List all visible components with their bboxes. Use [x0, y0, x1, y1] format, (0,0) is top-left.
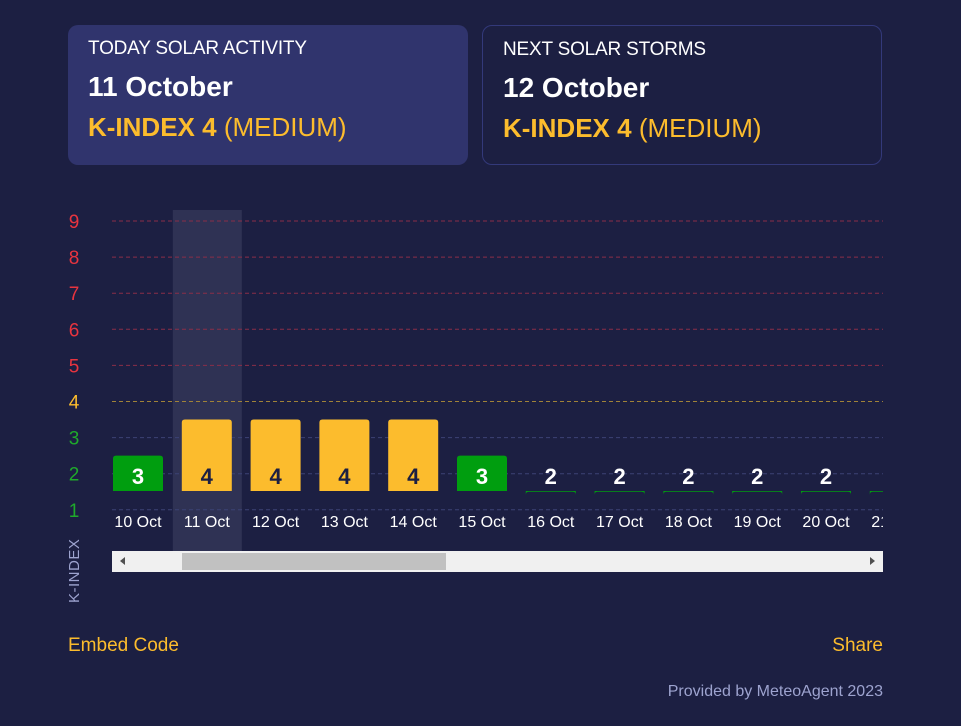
x-tick-label: 11 Oct [184, 514, 231, 531]
bar-value-label: 4 [338, 464, 351, 489]
y-tick-label: 8 [69, 248, 80, 269]
bar-value-label: 4 [269, 464, 282, 489]
share-link[interactable]: Share [832, 635, 883, 657]
bar [663, 491, 714, 495]
bar [525, 491, 576, 495]
y-tick-label: 4 [69, 393, 80, 414]
scroll-left-arrow-icon[interactable] [120, 557, 125, 565]
x-tick-label: 14 Oct [390, 514, 438, 531]
bar-value-label: 4 [201, 464, 214, 489]
bar [801, 491, 851, 495]
x-tick-label: 19 Oct [734, 514, 782, 531]
bar-value-label: 2 [889, 464, 901, 489]
y-tick-label: 6 [69, 320, 80, 341]
bar-value-label: 3 [476, 464, 488, 489]
bar-value-label: 3 [132, 464, 144, 489]
highlight-band [172, 210, 242, 552]
embed-code-link[interactable]: Embed Code [68, 635, 179, 657]
y-tick-label: 7 [69, 284, 80, 305]
y-tick-label: 2 [69, 465, 80, 486]
chart-horizontal-scrollbar[interactable] [112, 551, 883, 572]
scroll-right-arrow-icon[interactable] [870, 557, 875, 565]
x-tick-label: 17 Oct [596, 514, 644, 531]
y-tick-label: 5 [69, 356, 80, 377]
y-tick-label: 3 [69, 429, 80, 450]
y-axis-label: K-INDEX [66, 538, 83, 603]
x-tick-label: 16 Oct [527, 514, 575, 531]
bar [732, 491, 783, 495]
x-tick-label: 12 Oct [252, 514, 300, 531]
bar-value-label: 2 [545, 464, 557, 489]
x-tick-label: 15 Oct [458, 514, 506, 531]
bar-value-label: 2 [613, 464, 625, 489]
kindex-bar-chart: 1 2 3 4 5 6 7 8 9 3 10 Oct 4 11 Oct 4 12 Oct 4 13 Oct 4 14… [69, 210, 919, 552]
y-tick-label: 1 [69, 501, 80, 522]
x-tick-label: 10 Oct [114, 514, 162, 531]
x-tick-label: 20 Oct [802, 514, 850, 531]
provided-by-credit: Provided by MeteoAgent 2023 [667, 683, 883, 700]
y-tick-label: 9 [69, 212, 80, 233]
scrollbar-thumb[interactable] [182, 553, 446, 570]
bar [594, 491, 645, 495]
bar-value-label: 2 [682, 464, 694, 489]
bar-value-label: 4 [407, 464, 420, 489]
bar-value-label: 2 [820, 464, 832, 489]
x-tick-label: 13 Oct [321, 514, 369, 531]
x-tick-label: 21 Oct [871, 514, 919, 531]
x-tick-label: 18 Oct [665, 514, 713, 531]
bar-value-label: 2 [751, 464, 763, 489]
bar [869, 491, 883, 495]
